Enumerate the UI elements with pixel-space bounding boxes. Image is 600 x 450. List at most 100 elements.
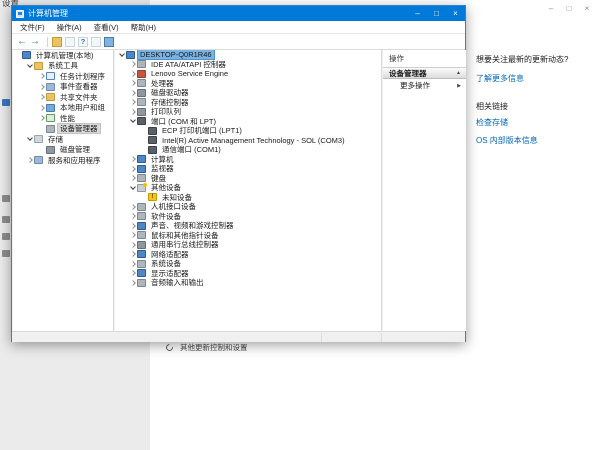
chevron-right-icon[interactable] [129,110,137,114]
actions-section-header[interactable]: 设备管理器 ▲ [383,67,466,79]
tree-item[interactable]: ECP 打印机端口 (LPT1) [115,126,381,136]
chevron-down-icon[interactable] [118,54,126,56]
tree-item[interactable]: 存储控制器 [115,98,381,108]
tree-item-label: 事件查看器 [58,82,100,91]
tree-item[interactable]: IDE ATA/ATAPI 控制器 [115,60,381,70]
chevron-right-icon[interactable] [129,214,137,218]
tree-item[interactable]: 计算机管理(本地) [13,50,113,61]
chevron-right-icon[interactable] [129,271,137,275]
chevron-right-icon[interactable] [129,176,137,180]
tree-item[interactable]: 事件查看器 [13,82,113,93]
help-icon[interactable]: ? [78,37,88,47]
chevron-down-icon[interactable] [129,120,137,122]
tree-item[interactable]: 性能 [13,113,113,124]
tree-item[interactable]: 其他设备 [115,183,381,193]
back-icon[interactable]: ← [17,37,27,47]
title-bar[interactable]: 计算机管理 – □ × [12,6,465,21]
chevron-right-icon[interactable] [129,81,137,85]
chevron-right-icon[interactable] [129,157,137,161]
chevron-down-icon[interactable] [26,138,34,140]
tree-item-label: 监视器 [149,164,176,173]
menu-help[interactable]: 帮助(H) [125,22,162,33]
menu-view[interactable]: 查看(V) [88,22,125,33]
chevron-right-icon[interactable] [129,72,137,76]
learn-more-link[interactable]: 了解更多信息 [476,73,524,84]
forward-icon[interactable]: → [30,37,40,47]
check-storage-link[interactable]: 检查存储 [476,117,508,128]
tree-item[interactable]: 音频输入和输出 [115,278,381,288]
settings-nav-icon[interactable] [2,99,10,106]
chevron-right-icon[interactable] [38,95,46,99]
settings-nav-icon[interactable] [2,250,10,257]
chevron-right-icon[interactable] [129,167,137,171]
chevron-right-icon[interactable] [129,62,137,66]
properties-icon[interactable] [91,37,101,47]
minimize-button[interactable]: – [408,6,427,21]
settings-maximize-button[interactable]: □ [560,3,578,15]
chevron-right-icon[interactable] [129,233,137,237]
other-update-settings-item[interactable]: 其他更新控制和设置 [166,342,248,353]
tree-item[interactable]: 网络适配器 [115,250,381,260]
tree-item[interactable]: 显示适配器 [115,269,381,279]
tree-item[interactable]: 本地用户和组 [13,103,113,114]
chevron-right-icon[interactable] [38,85,46,89]
close-button[interactable]: × [446,6,465,21]
chevron-right-icon[interactable] [129,281,137,285]
menu-file[interactable]: 文件(F) [14,22,51,33]
remote-computer-icon[interactable] [104,37,114,47]
related-links-heading: 相关链接 [476,101,508,112]
tree-item[interactable]: 设备管理器 [13,124,113,135]
more-actions-item[interactable]: 更多操作 ▶ [383,79,466,92]
tree-item[interactable]: 任务计划程序 [13,71,113,82]
maximize-button[interactable]: □ [427,6,446,21]
sound-icon [137,222,146,230]
settings-nav-icon[interactable] [2,216,10,223]
tree-item[interactable]: 处理器 [115,79,381,89]
collapse-icon[interactable]: ▲ [456,70,466,76]
actions-pane-title: 操作 [383,50,466,64]
tree-item[interactable]: 通信端口 (COM1) [115,145,381,155]
chevron-right-icon[interactable] [129,252,137,256]
chevron-right-icon[interactable] [129,224,137,228]
chevron-right-icon[interactable] [129,100,137,104]
console-tree-icon[interactable] [65,37,75,47]
chevron-right-icon[interactable] [38,106,46,110]
chevron-right-icon[interactable] [129,205,137,209]
settings-nav-icon[interactable] [2,233,10,240]
chevron-down-icon[interactable] [129,187,137,189]
chevron-right-icon[interactable] [38,74,46,78]
chevron-down-icon[interactable] [26,65,34,67]
chevron-right-icon[interactable] [38,116,46,120]
chevron-right-icon[interactable] [129,262,137,266]
tree-item[interactable]: 声音、视频和游戏控制器 [115,221,381,231]
tree-item[interactable]: DESKTOP-Q0R1R46 [115,50,381,60]
tree-item[interactable]: 未知设备 [115,193,381,203]
chevron-right-icon[interactable] [26,158,34,162]
tree-item[interactable]: 监视器 [115,164,381,174]
chevron-right-icon[interactable] [129,243,137,247]
tree-item[interactable]: 磁盘驱动器 [115,88,381,98]
chevron-right-icon[interactable] [129,91,137,95]
tree-item[interactable]: 计算机 [115,155,381,165]
tree-item[interactable]: 系统设备 [115,259,381,269]
tree-item[interactable]: 键盘 [115,174,381,184]
tree-item[interactable]: 服务和应用程序 [13,155,113,166]
tree-item[interactable]: Intel(R) Active Management Technology - … [115,136,381,146]
tree-item[interactable]: 鼠标和其他指针设备 [115,231,381,241]
tree-item[interactable]: 通用串行总线控制器 [115,240,381,250]
export-list-icon[interactable] [52,37,62,47]
tree-item[interactable]: 人机接口设备 [115,202,381,212]
menu-action[interactable]: 操作(A) [51,22,88,33]
tree-item[interactable]: Lenovo Service Engine [115,69,381,79]
tree-item[interactable]: 共享文件夹 [13,92,113,103]
tree-item[interactable]: 存储 [13,134,113,145]
tree-item[interactable]: 端口 (COM 和 LPT) [115,117,381,127]
settings-close-button[interactable]: × [578,3,596,15]
settings-nav-icon[interactable] [2,195,10,202]
tree-item[interactable]: 磁盘管理 [13,145,113,156]
os-build-info-link[interactable]: OS 内部版本信息 [476,135,538,146]
tree-item[interactable]: 软件设备 [115,212,381,222]
tree-item[interactable]: 系统工具 [13,61,113,72]
settings-minimize-button[interactable]: – [542,3,560,15]
tree-item[interactable]: 打印队列 [115,107,381,117]
